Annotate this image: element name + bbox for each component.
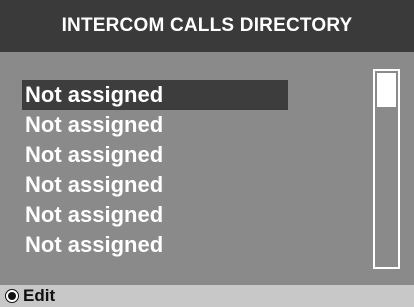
directory-entry[interactable]: Not assigned <box>22 80 288 110</box>
directory-entry[interactable]: Not assigned <box>22 170 288 200</box>
entry-label: Not assigned <box>25 82 164 107</box>
scroll-thumb[interactable] <box>377 73 396 107</box>
entry-label: Not assigned <box>25 232 164 257</box>
select-key-dot <box>8 292 16 300</box>
entry-label: Not assigned <box>25 202 164 227</box>
scrollbar[interactable] <box>373 69 400 269</box>
entry-label: Not assigned <box>25 172 164 197</box>
directory-entry[interactable]: Not assigned <box>22 110 288 140</box>
directory-entry[interactable]: Not assigned <box>22 200 288 230</box>
directory-list: Not assigned Not assigned Not assigned N… <box>22 80 288 260</box>
entry-label: Not assigned <box>25 142 164 167</box>
directory-entry[interactable]: Not assigned <box>22 140 288 170</box>
title-bar: INTERCOM CALLS DIRECTORY <box>0 0 414 52</box>
edit-soft-key[interactable]: Edit <box>5 286 55 306</box>
directory-entry[interactable]: Not assigned <box>22 230 288 260</box>
entry-label: Not assigned <box>25 112 164 137</box>
edit-label: Edit <box>23 286 56 305</box>
page-title: INTERCOM CALLS DIRECTORY <box>61 15 353 36</box>
soft-key-bar: Edit <box>0 285 414 307</box>
select-key-icon <box>5 289 19 303</box>
